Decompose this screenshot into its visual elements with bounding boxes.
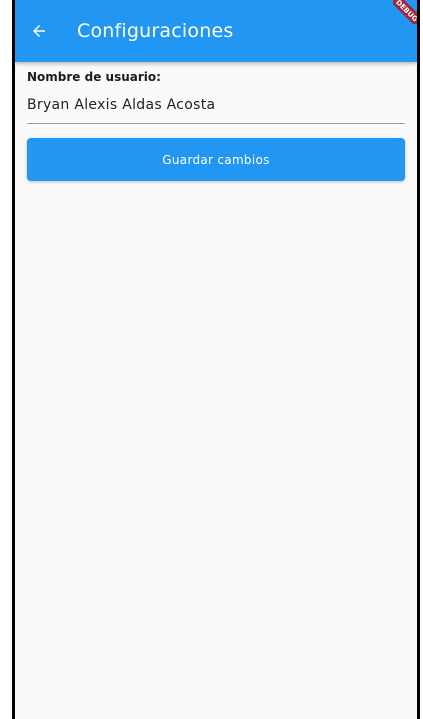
app-bar: Configuraciones DEBUG [15,0,417,62]
arrow-left-icon [33,25,45,37]
debug-banner: DEBUG [393,0,417,24]
settings-form: Nombre de usuario: Guardar cambios [27,70,405,181]
username-label: Nombre de usuario: [27,70,161,84]
username-input[interactable] [27,97,405,124]
phone-screen: Configuraciones DEBUG Nombre de usuario:… [12,0,420,719]
save-changes-button[interactable]: Guardar cambios [27,138,405,181]
debug-banner-text: DEBUG [394,0,417,23]
page-title: Configuraciones [77,20,234,42]
back-button[interactable] [17,0,61,62]
